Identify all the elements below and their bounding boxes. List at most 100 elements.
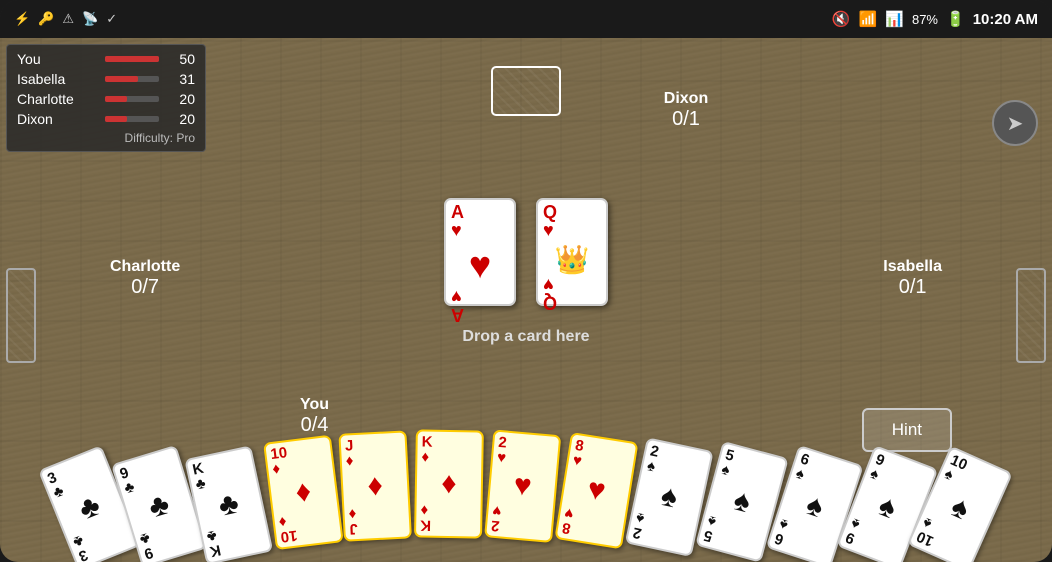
hand-cards-container: 3♣ ♣ 3♣ 9♣ ♣ 9♣ K♣ [76, 433, 976, 558]
score-bar-isabella-container [105, 76, 159, 82]
card-8-hearts[interactable]: 8♥ ♥ 8♥ [554, 432, 638, 549]
left-stack-card [6, 268, 36, 363]
compass-button[interactable]: ➤ [992, 100, 1038, 146]
left-side-stack [6, 268, 36, 363]
card-rank-top: 10♦ [270, 440, 329, 477]
card-rank-top: J♦ [345, 436, 402, 469]
score-bar-charlotte-container [105, 96, 159, 102]
score-bar-isabella [105, 76, 138, 82]
card-rank-bottom: 2♠ [632, 510, 693, 551]
player-right-score: 0/1 [883, 276, 942, 299]
card-j-diamonds[interactable]: J♦ ♦ J♦ [338, 430, 412, 541]
card-rank-bottom: 3♣ [71, 515, 134, 562]
card-rank-bottom: J♦ [348, 504, 405, 537]
card-rank-bottom: 9♠ [844, 515, 907, 562]
score-name-dixon: Dixon [17, 111, 97, 127]
usb-icon: ⚡ [14, 11, 30, 27]
card-10-diamonds[interactable]: 10♦ ♦ 10♦ [263, 435, 344, 550]
hand-card-8[interactable]: 8♥ ♥ 8♥ [554, 432, 638, 549]
score-panel: You 50 Isabella 31 Charlotte 20 [6, 44, 206, 152]
played-cards-area: A♥ ♥ A♥ Q♥ 👑 Q♥ [444, 138, 608, 306]
card-suit-center: ♦ [441, 467, 457, 501]
score-bar-you-container [105, 56, 159, 62]
card-suit-center: ♦ [367, 469, 384, 504]
player-right: Isabella 0/1 [883, 258, 942, 299]
score-row-charlotte: Charlotte 20 [17, 91, 195, 107]
card-k-diamonds[interactable]: K♦ ♦ K♦ [414, 429, 484, 538]
score-bar-you [105, 56, 159, 62]
card-rank-top: 2♥ [496, 435, 554, 470]
card-rank-bottom: K♣ [205, 518, 266, 559]
queen-center: 👑 [543, 243, 601, 276]
card-suit-center: ♠ [874, 489, 901, 526]
hand-area: 3♣ ♣ 3♣ 9♣ ♣ 9♣ K♣ [0, 432, 1052, 562]
score-row-dixon: Dixon 20 [17, 111, 195, 127]
drop-zone[interactable]: Drop a card here [462, 328, 589, 346]
game-area: You 50 Isabella 31 Charlotte 20 [0, 38, 1052, 562]
card-rank-top: 8♥ [572, 438, 632, 476]
card-suit-center: ♦ [294, 475, 313, 511]
wifi-off-icon: 📡 [82, 11, 98, 27]
card-rank-top: 2♠ [646, 443, 707, 484]
score-value-charlotte: 20 [167, 91, 195, 107]
player-bottom: You 0/4 [300, 396, 329, 437]
status-right: 🔇 📶 📊 87% 🔋 10:20 AM [832, 10, 1038, 28]
player-right-name: Isabella [883, 258, 942, 276]
wifi-icon: 📶 [859, 10, 878, 28]
time-display: 10:20 AM [973, 11, 1038, 28]
hand-card-5[interactable]: J♦ ♦ J♦ [338, 430, 412, 541]
card-suit-center: ♥ [512, 468, 533, 503]
card-suit-center: ♠ [802, 488, 828, 525]
queen-top: Q♥ [543, 203, 601, 239]
card-rank-bottom: 5♠ [702, 513, 764, 556]
battery-icon: 🔋 [946, 10, 965, 28]
card-rank-bottom: 9♣ [138, 516, 200, 561]
card-rank-bottom: 2♥ [491, 503, 549, 538]
player-bottom-name: You [300, 396, 329, 414]
ace-center: ♥ [451, 245, 509, 288]
score-row-isabella: Isabella 31 [17, 71, 195, 87]
deck-card [491, 66, 561, 116]
card-2-hearts[interactable]: 2♥ ♥ 2♥ [484, 429, 561, 543]
score-value-isabella: 31 [167, 71, 195, 87]
score-value-you: 50 [167, 51, 195, 67]
card-rank-top: 10♠ [942, 453, 1005, 503]
score-name-charlotte: Charlotte [17, 91, 97, 107]
queen-bottom: Q♥ [543, 276, 601, 312]
played-card-ace-hearts: A♥ ♥ A♥ [444, 198, 516, 306]
right-stack-card [1016, 268, 1046, 363]
card-rank-top: 5♠ [720, 447, 782, 490]
card-rank-top: 9♣ [118, 451, 180, 496]
status-icons-left: ⚡ 🔑 ⚠ 📡 ✓ [14, 11, 117, 27]
signal-icon: 📊 [885, 10, 904, 28]
player-top: Dixon 0/1 [664, 90, 708, 131]
card-rank-top: K♣ [191, 451, 252, 492]
player-top-name: Dixon [664, 90, 708, 108]
battery-percent: 87% [912, 12, 938, 27]
hand-card-6[interactable]: K♦ ♦ K♦ [414, 429, 484, 538]
hand-card-7[interactable]: 2♥ ♥ 2♥ [484, 429, 561, 543]
score-bar-charlotte [105, 96, 127, 102]
card-rank-top: 9♠ [868, 452, 931, 500]
score-bar-dixon [105, 116, 127, 122]
card-rank-bottom: 10♠ [914, 515, 977, 562]
mute-icon: 🔇 [832, 10, 851, 28]
hand-card-4[interactable]: 10♦ ♦ 10♦ [263, 435, 344, 550]
card-suit-center: ♣ [216, 487, 242, 524]
card-rank-bottom: K♦ [420, 503, 477, 534]
card-rank-bottom: 10♦ [278, 508, 337, 545]
played-card-queen-hearts: Q♥ 👑 Q♥ [536, 198, 608, 306]
card-suit-center: ♠ [946, 490, 974, 528]
card-suit-center: ♥ [585, 472, 608, 508]
ace-bottom: A♥ [451, 288, 509, 324]
player-left: Charlotte 0/7 [110, 258, 180, 299]
card-suit-center: ♣ [74, 488, 105, 527]
score-name-you: You [17, 51, 97, 67]
score-name-isabella: Isabella [17, 71, 97, 87]
right-side-stack [1016, 268, 1046, 363]
key-icon: 🔑 [38, 11, 54, 27]
score-row-you: You 50 [17, 51, 195, 67]
player-left-name: Charlotte [110, 258, 180, 276]
player-top-score: 0/1 [664, 108, 708, 131]
status-bar: ⚡ 🔑 ⚠ 📡 ✓ 🔇 📶 📊 87% 🔋 10:20 AM [0, 0, 1052, 38]
